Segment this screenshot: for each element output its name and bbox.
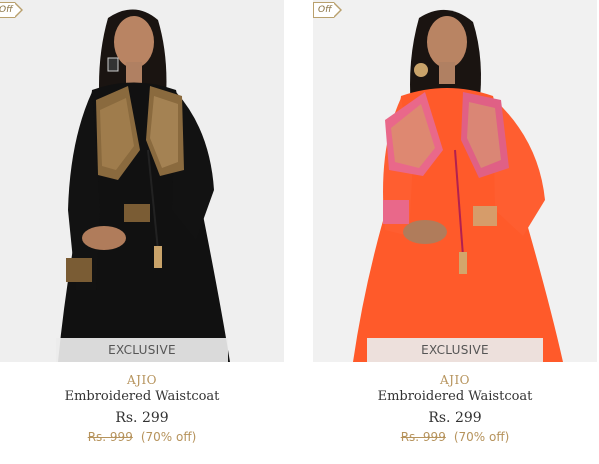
price-details: Rs. 999 (70% off)	[0, 430, 284, 444]
product-name[interactable]: Embroidered Waistcoat	[313, 389, 597, 404]
tag-arrow-icon	[13, 2, 23, 18]
model-illustration	[0, 0, 284, 362]
product-image[interactable]	[313, 0, 597, 362]
discount-label: (70% off)	[140, 430, 197, 444]
model-illustration	[313, 0, 597, 362]
offer-tag-label: Off	[313, 2, 334, 18]
original-price: Rs. 999	[400, 430, 446, 444]
offer-tag-label: Off	[0, 2, 15, 18]
product-card[interactable]: Off EXCLUSIVE AJIO Embroidered Waistcoat…	[0, 0, 284, 464]
exclusive-badge: EXCLUSIVE	[367, 338, 543, 362]
exclusive-badge: EXCLUSIVE	[56, 338, 228, 362]
brand-name[interactable]: AJIO	[0, 373, 284, 387]
discount-label: (70% off)	[453, 430, 510, 444]
product-image[interactable]	[0, 0, 284, 362]
price-details: Rs. 999 (70% off)	[313, 430, 597, 444]
offer-tag: Off	[313, 2, 342, 18]
product-card[interactable]: Off EXCLUSIVE AJIO Embroidered Waistcoat…	[313, 0, 597, 464]
product-name[interactable]: Embroidered Waistcoat	[0, 389, 284, 404]
brand-name[interactable]: AJIO	[313, 373, 597, 387]
tag-arrow-icon	[332, 2, 342, 18]
product-price: Rs. 299	[428, 410, 482, 426]
product-price: Rs. 299	[115, 410, 169, 426]
original-price: Rs. 999	[87, 430, 133, 444]
offer-tag: Off	[0, 2, 23, 18]
